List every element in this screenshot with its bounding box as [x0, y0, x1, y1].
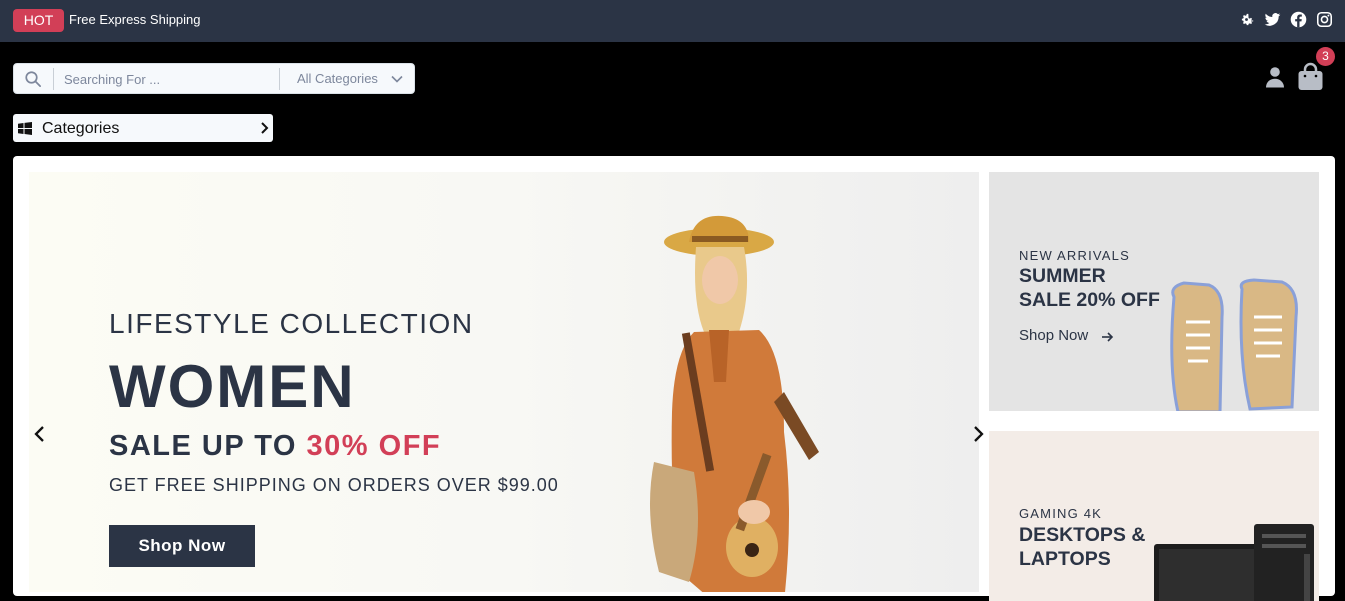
carousel-prev-arrow-icon[interactable]: [32, 424, 48, 444]
category-select[interactable]: All Categories: [297, 71, 378, 86]
carousel-next-arrow-icon[interactable]: [970, 424, 986, 444]
promo-card-gaming[interactable]: GAMING 4K DESKTOPS & LAPTOPS: [989, 431, 1319, 601]
promo-shop-now-link[interactable]: Shop Now: [1019, 327, 1088, 344]
twitter-icon[interactable]: [1264, 11, 1281, 28]
user-icon[interactable]: [1264, 66, 1286, 88]
windows-grid-icon: [18, 122, 32, 135]
chevron-right-icon: [258, 121, 270, 135]
hot-badge: HOT: [13, 9, 64, 32]
shopping-bag-icon[interactable]: [1297, 62, 1324, 92]
promo-label: NEW ARRIVALS: [1019, 248, 1130, 263]
promo-label: GAMING 4K: [1019, 506, 1103, 521]
facebook-icon[interactable]: [1290, 11, 1307, 28]
top-bar: HOT Free Express Shipping: [0, 0, 1345, 42]
hero-carousel: LIFESTYLE COLLECTION WOMEN SALE UP TO 30…: [29, 172, 979, 592]
search-icon[interactable]: [24, 70, 42, 88]
sale-prefix: SALE UP TO: [109, 430, 307, 462]
chevron-down-icon[interactable]: [390, 72, 404, 86]
desktop-computer-image: [1154, 524, 1314, 601]
hero-subtitle: LIFESTYLE COLLECTION: [109, 308, 474, 339]
cart-count-badge: 3: [1316, 47, 1335, 66]
settings-icon[interactable]: [1238, 11, 1255, 28]
sale-highlight: 30% OFF: [306, 430, 442, 462]
categories-label: Categories: [42, 120, 120, 137]
search-input[interactable]: [64, 68, 274, 90]
instagram-icon[interactable]: [1316, 11, 1333, 28]
promo-title-line1: SUMMER: [1019, 265, 1106, 287]
shipping-announcement: Free Express Shipping: [69, 12, 201, 27]
social-icons: [1238, 11, 1333, 28]
hero-shop-now-button[interactable]: Shop Now: [109, 525, 255, 567]
sneakers-image: [1170, 278, 1298, 411]
hero-shipping-text: GET FREE SHIPPING ON ORDERS OVER $99.00: [109, 475, 559, 495]
promo-title-line2: LAPTOPS: [1019, 548, 1111, 570]
model-image: [650, 215, 819, 592]
promo-title-line2: SALE 20% OFF: [1019, 289, 1160, 311]
promo-title: DESKTOPS & LAPTOPS: [1019, 523, 1145, 571]
arrow-right-icon: [1101, 330, 1114, 342]
promo-card-new-arrivals[interactable]: NEW ARRIVALS SUMMER SALE 20% OFF Shop Now: [989, 172, 1319, 411]
hero-title: WOMEN: [109, 353, 356, 420]
promo-title: SUMMER SALE 20% OFF: [1019, 264, 1160, 312]
search-bar: All Categories: [13, 63, 415, 94]
search-divider: [53, 68, 54, 90]
promo-title-line1: DESKTOPS &: [1019, 524, 1146, 546]
categories-button[interactable]: Categories: [13, 114, 273, 142]
category-divider: [279, 68, 280, 90]
hero-sale-text: SALE UP TO 30% OFF: [109, 430, 441, 463]
